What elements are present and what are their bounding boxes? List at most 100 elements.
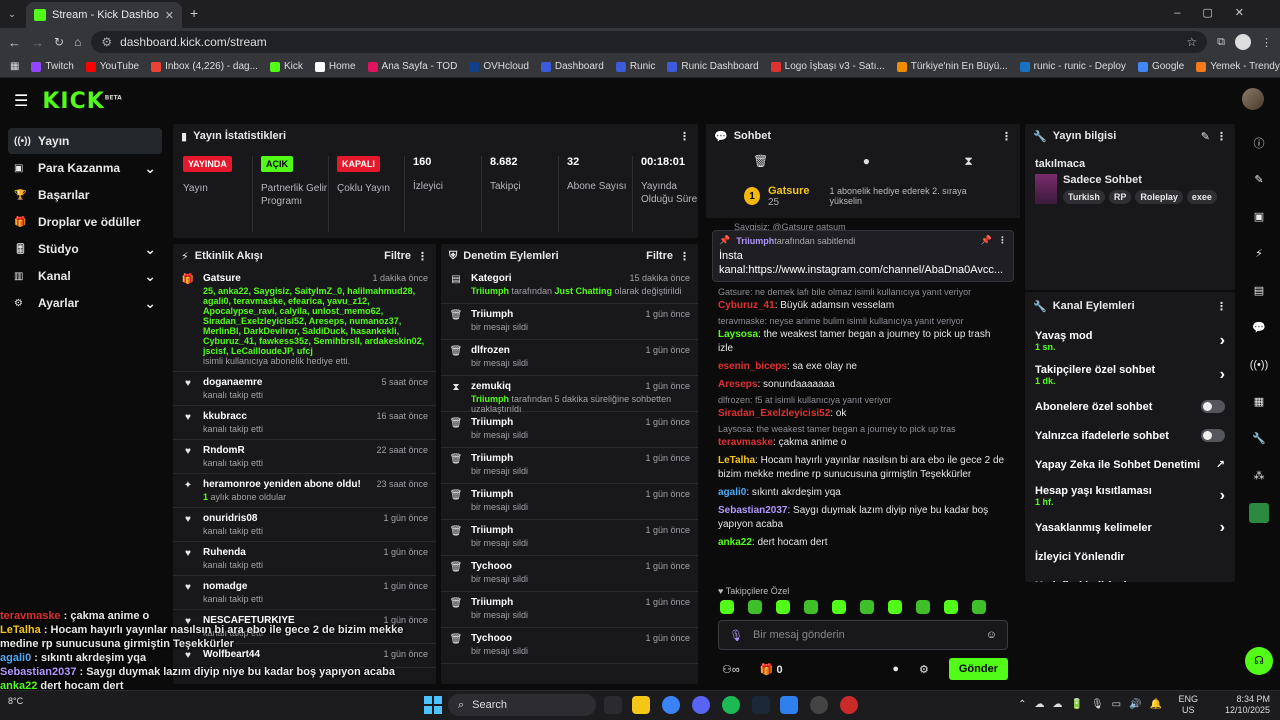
bookmark-item[interactable]: Türkiye'nin En Büyü... xyxy=(896,61,1008,72)
channel-menu-icon[interactable]: ⋮ xyxy=(1216,300,1227,313)
settings-gear-icon[interactable]: ⚙ xyxy=(919,663,929,676)
chat-input[interactable]: 🎙 Bir mesaj gönderin ☺ xyxy=(718,620,1008,650)
chat-message[interactable]: Siradan_Exelzleyicisi52: ok xyxy=(706,405,1020,423)
profile-icon[interactable] xyxy=(1235,34,1251,50)
moderation-row[interactable]: ⧗ zemukiq 1 gün önce Triiumph tarafından 5 … xyxy=(441,376,698,414)
channel-action-row[interactable]: Takipçilere özel sohbet 1 dk. › xyxy=(1025,358,1235,392)
bookmark-item[interactable]: Runic xyxy=(615,61,655,72)
address-bar[interactable]: ⚙ dashboard.kick.com/stream ☆ xyxy=(91,31,1208,53)
discord-icon[interactable] xyxy=(692,696,710,714)
channel-action-row[interactable]: Hedefleri belirleyin Aktif hedefler - 2 › xyxy=(1025,571,1235,583)
bookmark-item[interactable]: runic - runic - Deploy xyxy=(1019,61,1126,72)
channel-action-row[interactable]: Hesap yaşı kısıtlaması 1 hf. › xyxy=(1025,479,1235,513)
bookmark-item[interactable]: OVHcloud xyxy=(469,61,529,72)
steam-icon[interactable] xyxy=(752,696,770,714)
chat-message[interactable]: esenin_biceps: sa exe olay ne xyxy=(706,358,1020,376)
sidebar-item[interactable]: ((•)) Yayın xyxy=(8,128,162,154)
home-icon[interactable]: ⌂ xyxy=(74,35,81,49)
windows-start-icon[interactable] xyxy=(424,696,442,714)
chat-username[interactable]: esenin_biceps xyxy=(718,361,787,372)
stats-menu-icon[interactable]: ⋮ xyxy=(679,130,690,143)
chat-icon[interactable]: ● xyxy=(863,154,870,168)
bookmark-item[interactable]: Home xyxy=(314,61,356,72)
activity-row[interactable]: ♥ Ruhenda 1 gün önce kanalı takip etti xyxy=(173,542,436,576)
bookmark-item[interactable]: Kick xyxy=(269,61,303,72)
taskbar-app-icon[interactable] xyxy=(604,696,622,714)
bookmark-item[interactable]: Logo İşbaşı v3 - Satı... xyxy=(770,61,885,72)
chat-message[interactable]: Laysosa: the weakest tamer began a journ… xyxy=(706,326,1020,358)
chat-username[interactable]: Siradan_Exelzleyicisi52 xyxy=(718,408,830,419)
sidebar-item[interactable]: 🏆 Başarılar xyxy=(8,182,162,208)
chat-username[interactable]: agali0 xyxy=(718,487,746,498)
stream-tag[interactable]: Turkish xyxy=(1063,190,1105,204)
activity-row[interactable]: ♥ onuridris08 1 gün önce kanalı takip etti xyxy=(173,508,436,542)
pencil-icon[interactable]: ✎ xyxy=(1238,161,1280,198)
bolt-icon[interactable]: ⚡ xyxy=(1238,235,1280,272)
menu-icon[interactable]: ⋮ xyxy=(1261,36,1272,49)
hamburger-menu-icon[interactable]: ☰ xyxy=(14,91,28,111)
emote-icon[interactable] xyxy=(972,600,986,614)
moderation-row[interactable]: 🗑 Triiumph 1 gün önce bir mesajı sildi xyxy=(441,412,698,448)
chat-username[interactable]: Areseps xyxy=(718,379,757,390)
activity-row[interactable]: ♥ kkubracc 16 saat önce kanalı takip etti xyxy=(173,406,436,440)
activity-row[interactable]: 🎁 Gatsure 1 dakika önce 25, anka22, Saygisi… xyxy=(173,268,436,372)
chat-username[interactable]: teravmaske xyxy=(718,437,773,448)
users-infinity-icon[interactable]: ⚇∞ xyxy=(722,663,740,676)
info-menu-icon[interactable]: ⋮ xyxy=(1216,130,1227,143)
bookmark-item[interactable]: Inbox (4,226) - dag... xyxy=(151,61,258,72)
emote-icon[interactable] xyxy=(720,600,734,614)
category-name[interactable]: Sadece Sohbet xyxy=(1063,174,1217,186)
mic-icon[interactable]: 🎙 xyxy=(729,629,743,642)
bookmark-item[interactable]: Google xyxy=(1137,61,1184,72)
moderation-row[interactable]: ▤ Kategori 15 dakika önce Triiumph tarafınd… xyxy=(441,268,698,304)
emote-icon[interactable] xyxy=(916,600,930,614)
weather-widget[interactable]: 8°C xyxy=(8,696,23,706)
stream-tag[interactable]: exee xyxy=(1186,190,1217,204)
bookmark-item[interactable]: Dashboard xyxy=(540,61,604,72)
capture-icon[interactable]: ▣ xyxy=(1238,198,1280,235)
sidebar-item[interactable]: ⚙ Ayarlar ⌄ xyxy=(8,290,162,316)
channel-action-row[interactable]: İzleyici Yönlendir xyxy=(1025,542,1235,571)
sidebar-item[interactable]: ▣ Para Kazanma ⌄ xyxy=(8,155,162,181)
app-red-icon[interactable] xyxy=(840,696,858,714)
chat-message[interactable]: Sebastian2037: Saygı duymak lazım diyip … xyxy=(706,502,1020,534)
chat-username[interactable]: anka22 xyxy=(718,537,752,548)
activity-row[interactable]: ✦ heramonroe yeniden abone oldu! 23 saat ö… xyxy=(173,474,436,508)
moderation-row[interactable]: 🗑 Tychooo 1 gün önce bir mesajı sildi xyxy=(441,556,698,592)
gift-box-icon[interactable]: 🎁 0 xyxy=(760,663,783,676)
emote-icon[interactable] xyxy=(776,600,790,614)
tools-icon[interactable]: 🔧 xyxy=(1238,420,1280,457)
layout-icon[interactable]: ▦ xyxy=(1238,383,1280,420)
kick-logo[interactable]: KICKBETA xyxy=(42,89,121,114)
emote-icon[interactable] xyxy=(860,600,874,614)
moderation-filter-button[interactable]: Filtre xyxy=(646,250,673,262)
emote-icon[interactable] xyxy=(888,600,902,614)
chat-username[interactable]: Sebastian2037 xyxy=(718,505,788,516)
moderation-row[interactable]: 🗑 Triiumph 1 gün önce bir mesajı sildi xyxy=(441,484,698,520)
browser-tab[interactable]: Stream - Kick Dashboard ✕ xyxy=(26,2,182,28)
channel-action-row[interactable]: Abonelere özel sohbet xyxy=(1025,392,1235,421)
moderation-row[interactable]: 🗑 Triiumph 1 gün önce bir mesajı sildi xyxy=(441,304,698,340)
chrome-icon[interactable] xyxy=(662,696,680,714)
send-button[interactable]: Gönder xyxy=(948,658,1008,680)
green-app-icon[interactable] xyxy=(1238,494,1280,531)
stream-tag[interactable]: RP xyxy=(1108,190,1132,204)
emote-icon[interactable] xyxy=(832,600,846,614)
app-g-icon[interactable] xyxy=(780,696,798,714)
support-headset-icon[interactable]: ☊ xyxy=(1238,642,1280,679)
pinned-text[interactable]: İnsta kanal:https://www.instagram.com/ch… xyxy=(719,249,1007,277)
tray-icons[interactable]: ⌃☁☁🔋🎙▭🔊🔔 xyxy=(1018,699,1170,710)
chat-message[interactable]: teravmaske: çakma anime o xyxy=(706,434,1020,452)
back-icon[interactable]: ← xyxy=(8,35,21,50)
bookmark-item[interactable]: Runic Dashboard xyxy=(667,61,759,72)
activity-menu-icon[interactable]: ⋮ xyxy=(417,250,428,263)
emoji-icon[interactable]: ☺ xyxy=(986,629,997,641)
chat-message[interactable]: agali0: sıkıntı akrdeşim yqa xyxy=(706,484,1020,502)
unpin-icon[interactable]: 📌 xyxy=(981,235,992,246)
channel-action-row[interactable]: Yapay Zeka ile Sohbet Denetimi ↗ xyxy=(1025,450,1235,479)
emote-icon[interactable] xyxy=(748,600,762,614)
broadcast-icon[interactable]: ((•)) xyxy=(1238,346,1280,383)
activity-row[interactable]: ♥ nomadge 1 gün önce kanalı takip etti xyxy=(173,576,436,610)
channel-action-row[interactable]: Yavaş mod 1 sn. › xyxy=(1025,324,1235,358)
sidebar-item[interactable]: 🎚 Stüdyo ⌄ xyxy=(8,236,162,262)
